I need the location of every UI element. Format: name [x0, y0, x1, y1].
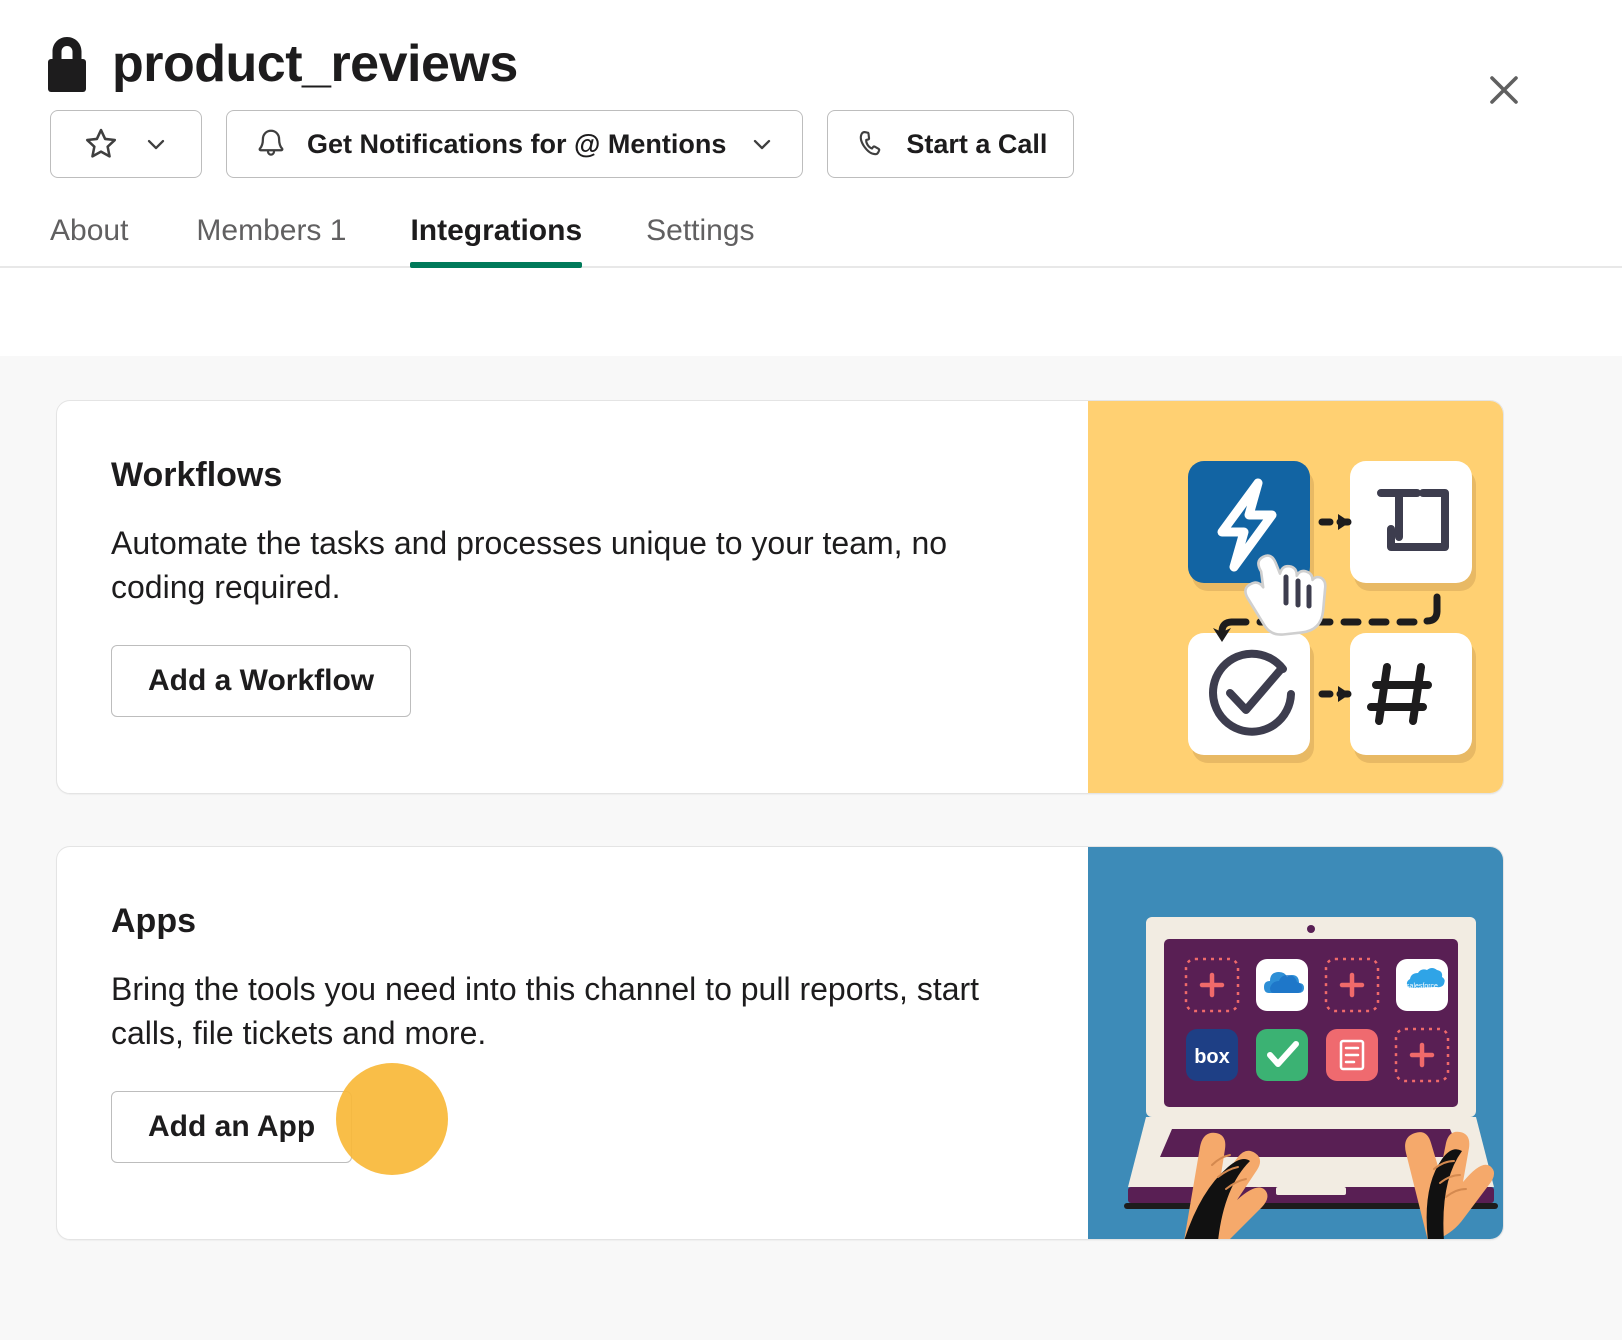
lock-icon	[48, 37, 86, 92]
hash-icon-tile	[1350, 633, 1472, 755]
tab-members[interactable]: Members 1	[164, 216, 378, 266]
phone-icon	[854, 127, 888, 161]
star-channel-button[interactable]	[50, 110, 202, 178]
bolt-icon-tile	[1188, 461, 1310, 583]
channel-action-buttons: Get Notifications for @ Mentions Start a…	[0, 80, 1622, 178]
workflows-card-content: Workflows Automate the tasks and process…	[57, 401, 1088, 793]
star-icon	[82, 125, 120, 163]
page-title: product_reviews	[112, 35, 518, 93]
tab-settings[interactable]: Settings	[614, 216, 786, 266]
workflow-art-svg	[1188, 461, 1476, 763]
add-an-app-button[interactable]: Add an App	[111, 1090, 353, 1163]
integrations-panel: Workflows Automate the tasks and process…	[0, 356, 1622, 1340]
tab-about[interactable]: About	[50, 216, 164, 266]
start-call-button[interactable]: Start a Call	[827, 110, 1075, 178]
svg-text:box: box	[1194, 1046, 1230, 1068]
text-input-icon-tile	[1350, 461, 1472, 583]
apps-art-svg: salesforce box	[1124, 917, 1498, 1239]
apps-card-content: Apps Bring the tools you need into this …	[57, 847, 1088, 1239]
close-button[interactable]	[1476, 62, 1532, 118]
tab-integrations[interactable]: Integrations	[378, 216, 614, 268]
channel-details-header: product_reviews Get Notifications for @ …	[0, 0, 1622, 356]
apps-card-title: Apps	[111, 902, 196, 940]
add-a-workflow-button[interactable]: Add a Workflow	[111, 644, 412, 717]
channel-tabs: About Members 1 Integrations Settings	[0, 178, 1622, 268]
chevron-down-icon	[748, 130, 776, 158]
notification-settings-label: Get Notifications for @ Mentions	[307, 128, 727, 159]
notification-settings-button[interactable]: Get Notifications for @ Mentions	[226, 110, 804, 178]
close-icon	[1490, 76, 1518, 104]
channel-title-row: product_reviews	[0, 0, 1622, 92]
svg-text:salesforce: salesforce	[1406, 983, 1438, 990]
workflows-card-title: Workflows	[111, 456, 283, 494]
start-call-label: Start a Call	[906, 128, 1048, 159]
workflows-card: Workflows Automate the tasks and process…	[56, 400, 1504, 794]
workflows-card-description: Automate the tasks and processes unique …	[111, 525, 948, 605]
check-icon	[1256, 1029, 1308, 1081]
bell-icon	[253, 126, 289, 162]
chevron-down-icon	[142, 130, 170, 158]
laptop-apps-illustration: salesforce box	[1088, 847, 1503, 1239]
workflow-builder-illustration	[1088, 401, 1503, 793]
apps-card-description: Bring the tools you need into this chann…	[111, 971, 980, 1051]
apps-card: Apps Bring the tools you need into this …	[56, 846, 1504, 1240]
